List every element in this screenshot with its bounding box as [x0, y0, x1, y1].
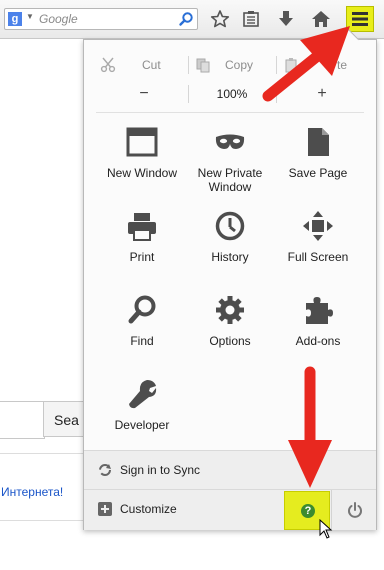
search-icon[interactable] — [178, 11, 194, 27]
copy-button[interactable]: Copy — [189, 50, 285, 80]
plus-square-icon — [98, 502, 112, 516]
search-placeholder[interactable]: Google — [39, 12, 78, 26]
save-page-icon — [308, 128, 329, 156]
copy-label: Copy — [225, 58, 254, 72]
power-icon[interactable] — [347, 502, 363, 518]
options-button[interactable]: Options — [181, 294, 279, 374]
page-search-input[interactable] — [0, 401, 45, 439]
developer-label: Developer — [114, 418, 170, 432]
sign-in-to-sync-label: Sign in to Sync — [120, 463, 201, 477]
customize-button[interactable]: Customize — [84, 490, 283, 530]
sync-icon — [99, 464, 111, 476]
browser-toolbar: g ▼ Google — [0, 0, 384, 39]
paste-button[interactable]: te — [277, 50, 373, 80]
save-page-button[interactable]: Save Page — [269, 126, 367, 206]
copy-icon — [196, 58, 210, 73]
full-screen-button[interactable]: Full Screen — [269, 210, 367, 290]
save-page-label: Save Page — [288, 166, 348, 180]
add-ons-button[interactable]: Add-ons — [269, 294, 367, 374]
zoom-controls: − 100% + — [84, 82, 376, 106]
add-ons-label: Add-ons — [295, 334, 341, 348]
divider — [96, 112, 364, 113]
history-label: History — [211, 250, 249, 264]
zoom-in-button[interactable]: + — [302, 82, 342, 106]
google-engine-icon[interactable]: g — [8, 12, 22, 26]
new-window-label: New Window — [106, 166, 178, 180]
private-mask-icon — [215, 134, 245, 149]
engine-dropdown-icon[interactable]: ▼ — [26, 12, 34, 21]
page-link[interactable]: Интернета! — [1, 485, 63, 499]
search-box[interactable]: g ▼ Google — [4, 8, 198, 30]
paste-label: te — [337, 58, 348, 72]
wrench-icon — [129, 380, 157, 409]
new-window-button[interactable]: New Window — [93, 126, 191, 206]
divider — [188, 85, 189, 103]
developer-button[interactable]: Developer — [93, 378, 191, 458]
scissors-icon — [100, 57, 116, 73]
reading-list-icon[interactable] — [240, 8, 262, 30]
firefox-menu-panel: Cut Copy te − 100% + New Window New Priv… — [83, 28, 377, 530]
find-label: Find — [130, 334, 154, 348]
help-icon: ? — [301, 504, 315, 518]
clipboard-icon — [285, 58, 297, 73]
new-private-window-button[interactable]: New Private Window — [181, 126, 279, 206]
hamburger-menu-icon — [352, 12, 368, 26]
sign-in-to-sync-button[interactable]: Sign in to Sync — [84, 450, 376, 489]
customize-label: Customize — [120, 502, 177, 516]
history-button[interactable]: History — [181, 210, 279, 290]
magnifier-icon — [128, 295, 156, 324]
download-icon[interactable] — [275, 8, 297, 30]
hamburger-menu-button[interactable] — [346, 6, 374, 32]
print-label: Print — [129, 250, 155, 264]
new-private-window-label: New Private Window — [197, 166, 263, 194]
mouse-cursor-icon — [319, 519, 333, 539]
cut-label: Cut — [142, 58, 161, 72]
zoom-out-button[interactable]: − — [124, 82, 164, 106]
gear-icon — [216, 296, 244, 324]
print-button[interactable]: Print — [93, 210, 191, 290]
home-icon[interactable] — [310, 8, 332, 30]
fullscreen-icon — [303, 211, 333, 241]
clock-icon — [215, 211, 245, 241]
find-button[interactable]: Find — [93, 294, 191, 374]
zoom-reset-button[interactable]: 100% — [194, 82, 270, 106]
options-label: Options — [209, 334, 251, 348]
printer-icon — [128, 213, 156, 241]
divider — [276, 85, 277, 103]
new-window-icon — [126, 127, 158, 157]
cut-button[interactable]: Cut — [86, 50, 182, 80]
puzzle-icon — [306, 297, 333, 324]
star-icon[interactable] — [209, 8, 231, 30]
full-screen-label: Full Screen — [287, 250, 349, 264]
edit-controls: Cut Copy te — [84, 50, 376, 80]
